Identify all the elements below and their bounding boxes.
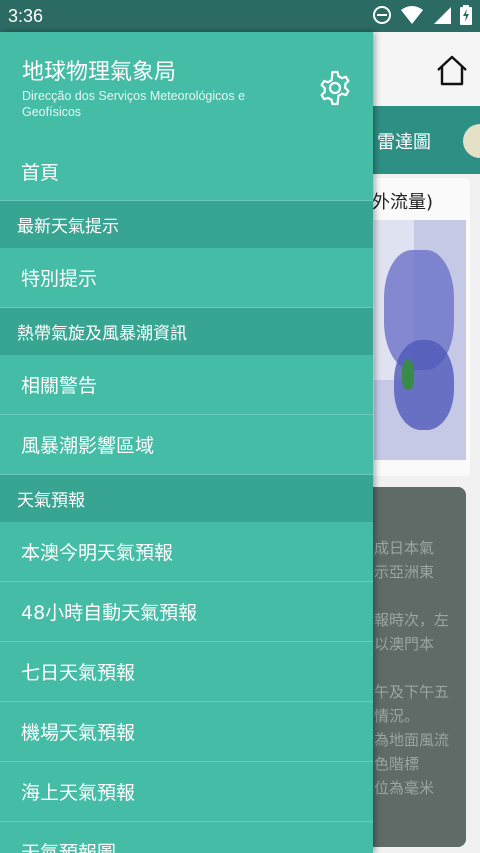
drawer-menu-item[interactable]: 海上天氣預報 — [0, 762, 373, 822]
status-time: 3:36 — [8, 6, 44, 26]
gear-icon — [320, 70, 350, 106]
navigation-drawer: 地球物理氣象局 Direcção dos Serviços Meteorológ… — [0, 32, 373, 853]
status-icons — [372, 5, 472, 25]
description-text-line: 情況。 — [374, 707, 420, 725]
battery-charging-icon — [460, 5, 472, 25]
description-text-line: 午及下午五 — [374, 683, 450, 701]
description-card: 成日本氣示亞洲東報時次，左以澳門本午及下午五情況。為地面風流色階標位為毫米 — [360, 487, 466, 847]
description-text-line: 位為毫米 — [374, 779, 435, 797]
drawer-section-header: 熱帶氣旋及風暴潮資訊 — [0, 308, 373, 355]
tab-radar[interactable]: 雷達圖 — [377, 128, 431, 154]
app-title: 地球物理氣象局 — [22, 60, 177, 85]
drawer-menu-item[interactable]: 機場天氣預報 — [0, 702, 373, 762]
app-subtitle: Direcção dos Serviços Meteorológicos e G… — [22, 89, 246, 119]
drawer-menu-item[interactable]: 本澳今明天氣預報 — [0, 522, 373, 582]
do-not-disturb-icon — [373, 6, 391, 24]
settings-button[interactable] — [316, 69, 354, 107]
description-text-line: 色階標 — [374, 755, 420, 773]
satellite-map-image — [374, 220, 466, 460]
cellular-signal-icon — [434, 7, 451, 24]
drawer-header: 地球物理氣象局 Direcção dos Serviços Meteorológ… — [0, 32, 373, 142]
home-icon[interactable] — [434, 52, 470, 88]
drawer-menu-list: 首頁 最新天氣提示 特別提示 熱帶氣旋及風暴潮資訊 相關警告 風暴潮影響區域 天氣預報 本澳今… — [0, 142, 373, 853]
drawer-section-header: 最新天氣提示 — [0, 201, 373, 248]
description-text-line: 報時次，左 — [374, 611, 450, 629]
map-card-title: 外流量) — [372, 192, 434, 213]
drawer-menu-item[interactable]: 特別提示 — [0, 248, 373, 308]
drawer-section-header: 天氣預報 — [0, 475, 373, 522]
status-bar: 3:36 — [0, 0, 480, 32]
description-text-line: 以澳門本 — [374, 635, 435, 653]
drawer-menu-item[interactable]: 七日天氣預報 — [0, 642, 373, 702]
drawer-menu-item[interactable]: 首頁 — [0, 142, 373, 201]
drawer-menu-item[interactable]: 48小時自動天氣預報 — [0, 582, 373, 642]
description-text-line: 成日本氣 — [374, 539, 435, 557]
drawer-menu-item[interactable]: 相關警告 — [0, 355, 373, 415]
description-text-line: 為地面風流 — [374, 731, 450, 749]
wifi-icon — [401, 6, 423, 24]
description-text-line: 示亞洲東 — [374, 563, 435, 581]
drawer-menu-item[interactable]: 風暴潮影響區域 — [0, 415, 373, 475]
drawer-menu-item[interactable]: 天氣預報圖 — [0, 822, 373, 853]
